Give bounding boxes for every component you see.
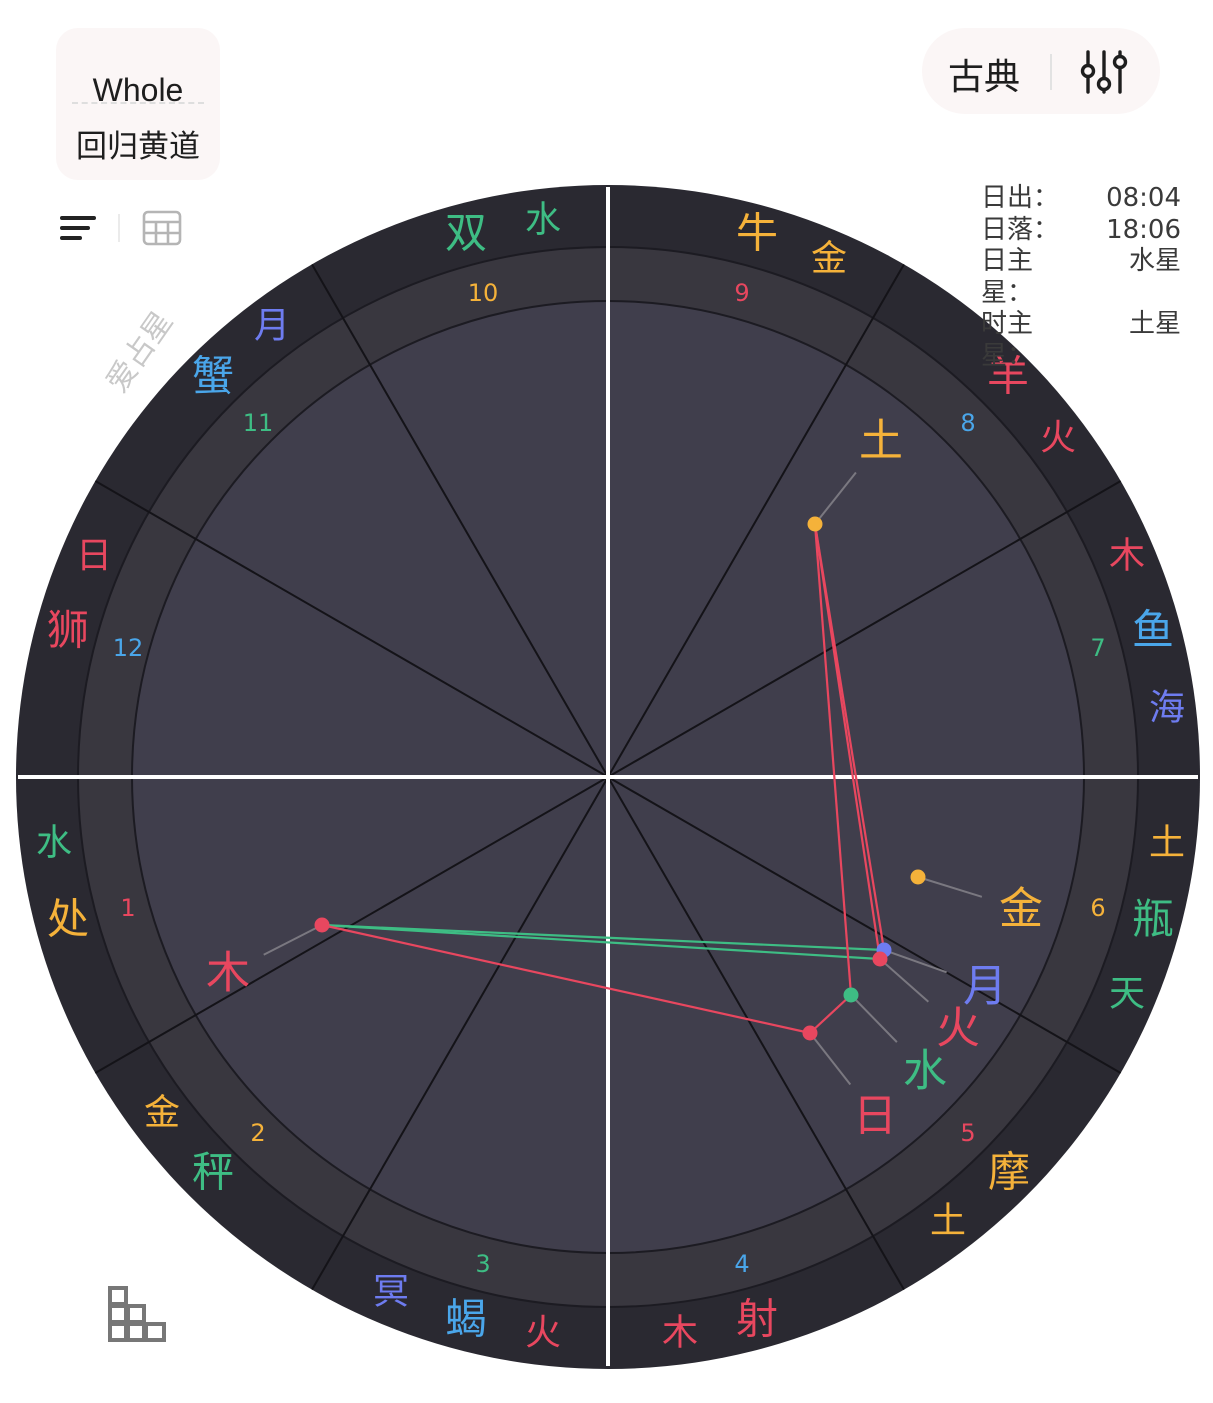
planet-label-venus: 金 [999, 884, 1043, 935]
house-number: 6 [1090, 894, 1105, 922]
bar-chart-icon[interactable] [106, 1284, 170, 1344]
planet-label-mercury: 水 [903, 1046, 947, 1097]
ruler-planet-label: 海 [1149, 688, 1185, 729]
house-number: 4 [734, 1250, 749, 1278]
sliders-icon[interactable] [1080, 48, 1128, 96]
zodiac-sign-label: 蟹 [192, 352, 234, 401]
planet-dot-mercury [843, 987, 859, 1003]
info-row-sunrise: 日出： 08:04 [981, 183, 1181, 215]
ruler-planet-label: 日 [76, 536, 112, 577]
zodiac-sign-label: 秤 [192, 1148, 234, 1197]
mode-divider [1050, 54, 1052, 90]
ruler-planet-label: 水 [36, 823, 72, 864]
zodiac-sign-label: 蝎 [445, 1295, 487, 1344]
zodiac-sign-label: 瓶 [1132, 895, 1174, 944]
ruler-planet-label: 木 [1109, 536, 1145, 577]
house-number: 8 [960, 409, 975, 437]
ruler-planet-label: 土 [1149, 823, 1185, 864]
ruler-planet-label: 月 [254, 306, 290, 347]
planet-dot-saturn [807, 516, 823, 532]
house-number: 10 [468, 279, 499, 307]
house-number: 11 [243, 409, 274, 437]
house-number: 1 [120, 894, 135, 922]
ruler-planet-label: 天 [1109, 974, 1145, 1015]
info-value: 18:06 [1106, 214, 1181, 245]
planet-label-jupiter: 木 [206, 948, 250, 999]
planet-label-saturn: 土 [859, 416, 903, 467]
zodiac-sign-label: 牛 [736, 209, 778, 258]
zodiac-sign-label: 摩 [988, 1148, 1030, 1197]
house-number: 3 [475, 1250, 490, 1278]
ruler-planet-label: 金 [811, 239, 847, 280]
ruler-planet-label: 水 [525, 200, 561, 241]
ruler-planet-label: 金 [144, 1093, 180, 1134]
info-row-day-ruler: 日主星： 水星 [981, 246, 1181, 309]
mode-toggle[interactable]: 古典 [922, 28, 1160, 114]
house-number: 5 [960, 1119, 975, 1147]
zodiac-sign-label: 狮 [47, 606, 89, 655]
info-value: 水星 [1128, 246, 1181, 276]
day-info-panel: 日出： 08:04 日落： 18:06 日主星： 水星 时主星： 土星 [981, 183, 1181, 372]
house-system-toggle[interactable]: Whole 回归黄道 [56, 28, 220, 180]
planet-label-sun: 日 [853, 1091, 897, 1142]
ruler-planet-label: 木 [662, 1313, 698, 1354]
zodiac-sign-label: 射 [736, 1295, 778, 1344]
info-value: 土星 [1128, 309, 1181, 339]
zodiac-label: 回归黄道 [76, 129, 200, 165]
table-icon[interactable] [140, 208, 184, 248]
info-row-hour-ruler: 时主星： 土星 [981, 309, 1181, 372]
house-number: 12 [113, 634, 144, 662]
ruler-planet-label: 火 [1040, 418, 1076, 459]
info-value: 08:04 [1106, 183, 1181, 213]
zodiac-sign-label: 双 [445, 209, 487, 258]
info-key: 日主星： [981, 246, 1034, 308]
planet-dot-mars [872, 951, 888, 967]
list-icon[interactable] [58, 210, 98, 246]
info-key: 日出： [981, 183, 1060, 213]
info-row-sunset: 日落： 18:06 [981, 215, 1181, 247]
zodiac-sign-label: 处 [47, 895, 89, 944]
view-toggle-divider [118, 214, 120, 242]
info-key: 时主星： [981, 309, 1034, 371]
ruler-planet-label: 土 [930, 1201, 966, 1242]
mode-label[interactable]: 古典 [948, 48, 1020, 100]
planet-dot-jupiter [314, 917, 330, 933]
ruler-planet-label: 火 [525, 1313, 561, 1354]
house-number: 2 [250, 1119, 265, 1147]
info-key: 日落： [981, 214, 1060, 245]
ruler-planet-label: 冥 [373, 1272, 409, 1313]
planet-dot-sun [802, 1025, 818, 1041]
zodiac-sign-label: 鱼 [1132, 606, 1174, 655]
house-number: 7 [1090, 634, 1105, 662]
house-number: 9 [734, 279, 749, 307]
planet-dot-venus [910, 869, 926, 885]
toggle-divider [72, 102, 204, 104]
